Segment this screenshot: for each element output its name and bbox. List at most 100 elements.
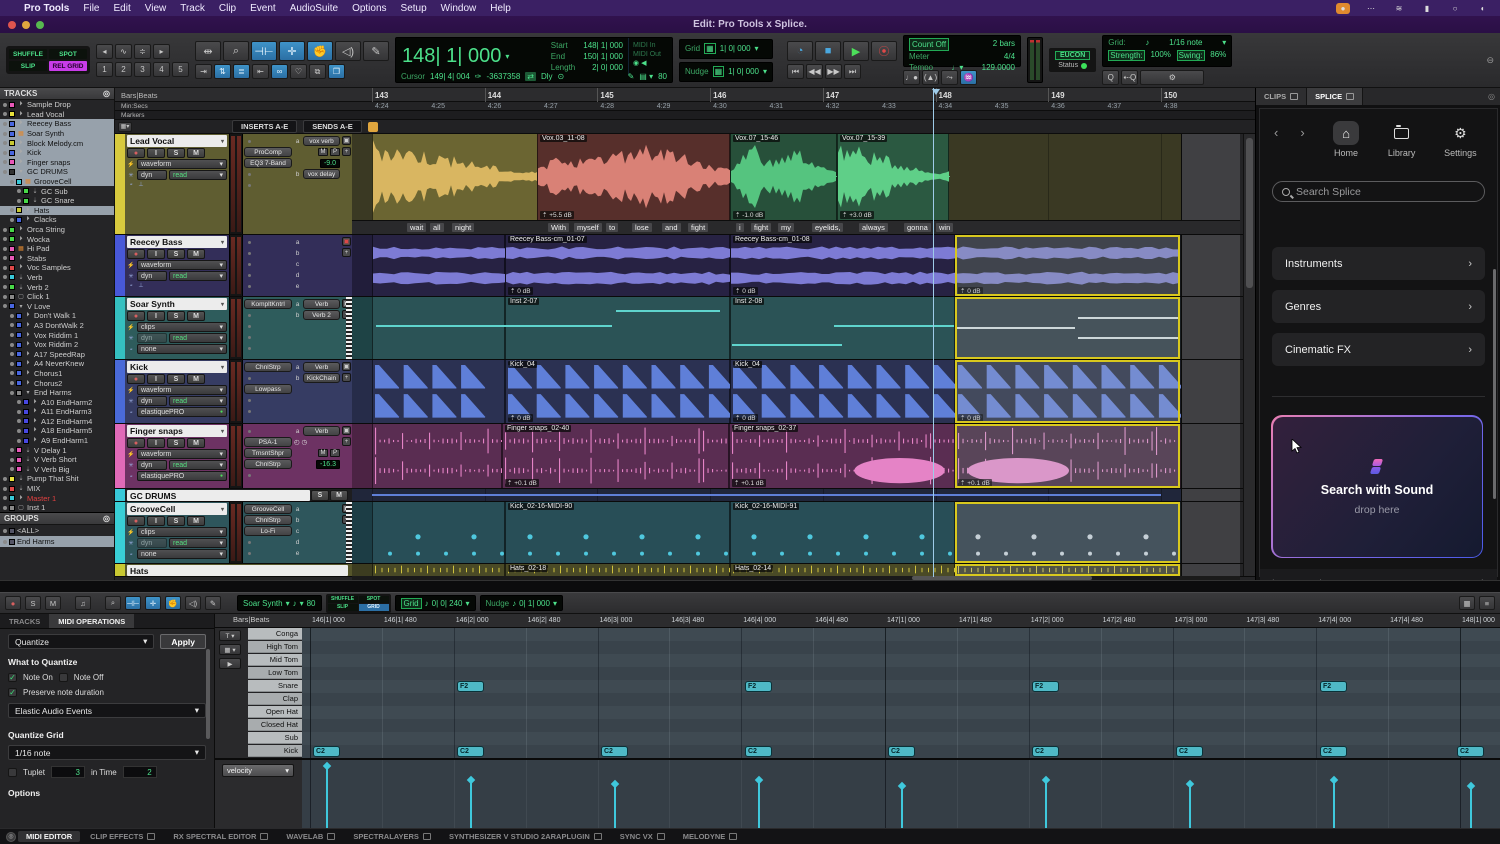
velocity-stem[interactable] <box>614 784 616 828</box>
bottom-tab-midi-editor[interactable]: MIDI EDITOR <box>18 831 80 842</box>
track-active-dot[interactable] <box>10 314 14 318</box>
clip-gain-badge[interactable]: ⇡ 0 dB <box>508 287 533 295</box>
track-active-dot[interactable] <box>17 400 21 404</box>
midi-panel-menu-icon[interactable]: ≡ <box>1479 596 1495 610</box>
track-list-item[interactable]: ▦Hi Pad <box>0 244 114 254</box>
empty-insert-slot[interactable] <box>248 347 251 350</box>
splice-category-instruments[interactable]: Instruments› <box>1272 247 1485 280</box>
automation-mode-selector[interactable]: read▾ <box>169 271 227 281</box>
track-color-swatch[interactable] <box>9 505 15 511</box>
track-active-dot[interactable] <box>10 448 14 452</box>
minimize-window-button[interactable] <box>22 21 30 29</box>
tab-tracks[interactable]: TRACKS <box>0 614 49 628</box>
track-color-swatch[interactable] <box>16 322 22 328</box>
track-header[interactable]: GC DRUMSSM <box>115 489 352 501</box>
lyric-word[interactable]: all <box>430 223 444 232</box>
splice-nav-settings[interactable]: ⚙Settings <box>1444 121 1477 158</box>
lyric-word[interactable]: eyelids, <box>812 223 843 232</box>
track-name-menu-icon[interactable]: ▾ <box>221 428 224 435</box>
quantize-grid-select[interactable]: 1/16 note▾ <box>8 745 206 760</box>
clip-gain-badge[interactable]: ⇡ +0.1 dB <box>732 479 766 487</box>
timeline-insertion-icon[interactable]: ⊙ <box>558 72 565 81</box>
tuplet-checkbox[interactable] <box>8 768 17 777</box>
track-list-item[interactable]: ⏵Wocka <box>0 234 114 244</box>
ruler-label-markers[interactable]: Markers <box>121 112 144 119</box>
track-view-icon[interactable]: ▤ ▾ <box>639 72 653 81</box>
track-active-dot[interactable] <box>3 496 7 500</box>
empty-insert-slot[interactable] <box>248 377 251 380</box>
track-color-swatch[interactable] <box>9 294 15 300</box>
track-list-item[interactable]: ⇣Pump That Shit <box>0 474 114 484</box>
gear-icon[interactable]: ⚙ <box>1140 70 1204 85</box>
splice-search-input[interactable]: Search Splice <box>1272 181 1485 202</box>
elastic-audio-icon[interactable]: ✳ <box>127 273 135 280</box>
track-mute-button[interactable]: M <box>187 516 205 526</box>
grabber-tool-icon[interactable]: ✊ <box>307 41 333 61</box>
track-name-menu-icon[interactable]: ▾ <box>221 239 224 246</box>
track-list-item[interactable]: ⇣GC Snare <box>0 196 114 206</box>
track-mute-button[interactable]: M <box>187 148 205 158</box>
timebase-icon[interactable]: ⚡ <box>127 262 135 269</box>
audio-clip[interactable]: Hats_02-18 <box>505 564 730 576</box>
menu-item-pro-tools[interactable]: Pro Tools <box>24 3 69 14</box>
stop-button[interactable]: ■ <box>815 41 841 61</box>
empty-send-slot[interactable]: a <box>294 237 340 247</box>
preserve-duration-checkbox[interactable]: ✓ <box>8 688 17 697</box>
track-list-item[interactable]: ⏵Hats <box>0 206 114 216</box>
track-active-dot[interactable] <box>3 103 7 107</box>
timebase-icon[interactable]: ⚡ <box>127 387 135 394</box>
automation-mode-selector[interactable]: read▾ <box>169 538 227 548</box>
track-active-dot[interactable] <box>3 151 7 155</box>
midi-note-kick[interactable]: C2 <box>1320 746 1347 757</box>
track-solo-button[interactable]: S <box>167 249 185 259</box>
drum-lane-label-snare[interactable]: Snare <box>248 680 302 692</box>
track-active-dot[interactable] <box>17 199 21 203</box>
empty-insert-slot[interactable] <box>248 336 251 339</box>
insertion-follows-icon[interactable]: ⇄ <box>525 72 536 81</box>
splice-category-cinematic-fx[interactable]: Cinematic FX› <box>1272 333 1485 366</box>
drum-lane-row[interactable] <box>302 641 1500 654</box>
send-slot[interactable]: aVerb <box>294 426 340 436</box>
track-list-item[interactable]: ⏵Voc Samples <box>0 263 114 273</box>
automation-dyn-selector[interactable]: dyn <box>137 538 167 548</box>
track-options-button[interactable]: ▣ <box>342 426 351 435</box>
drum-lane-row[interactable] <box>302 719 1500 732</box>
elastic-plugin-selector[interactable]: none▾ <box>137 549 227 559</box>
track-color-swatch[interactable] <box>9 236 15 242</box>
audio-clip[interactable]: Finger snaps_02-37⇡ +0.1 dB <box>729 424 955 488</box>
insert-plugin-button[interactable]: ChnlStrp <box>244 459 292 469</box>
track-lane[interactable]: Vox.03_11-08⇡ +5.5 dBVox.07_15-46⇡ -1.0 … <box>352 134 1240 234</box>
drum-note-grid[interactable]: C2C2C2C2C2C2C2C2C2F2F2F2F2 <box>302 628 1500 758</box>
count-off-label[interactable]: Count Off <box>909 38 949 51</box>
track-input-button[interactable]: I <box>147 438 165 448</box>
midi-mode-spot[interactable]: SPOT <box>359 596 389 603</box>
close-window-button[interactable] <box>8 21 16 29</box>
audio-clip[interactable]: Vox.03_11-08⇡ +5.5 dB <box>537 134 730 220</box>
midi-solo-icon[interactable]: S <box>25 596 41 610</box>
track-color-swatch[interactable] <box>9 246 15 252</box>
layered-edit-button[interactable]: ⧉ <box>309 64 326 79</box>
track-solo-button[interactable]: S <box>167 148 185 158</box>
track-color-swatch[interactable] <box>9 150 15 156</box>
notation-icon[interactable]: ♫ <box>75 596 91 610</box>
empty-send-slot[interactable]: b <box>294 248 340 258</box>
velocity-handle[interactable] <box>1186 780 1194 788</box>
velocity-stem[interactable] <box>326 766 328 828</box>
drum-lane-label-conga[interactable]: Conga <box>248 628 302 640</box>
metronome-button[interactable]: ♩● <box>903 70 920 85</box>
midi-note-kick[interactable]: C2 <box>888 746 915 757</box>
track-list-item[interactable]: ⏵Orca String <box>0 225 114 235</box>
velocity-stem[interactable] <box>1333 780 1335 828</box>
track-active-dot[interactable] <box>17 439 21 443</box>
timebase-icon[interactable]: ⚡ <box>127 451 135 458</box>
track-list-item[interactable]: ⏵Chorus2 <box>0 378 114 388</box>
track-list-item[interactable]: ⇣MIX <box>0 484 114 494</box>
audio-clip[interactable] <box>372 360 505 423</box>
tuplet-value-field[interactable]: 3 <box>51 766 85 778</box>
track-input-button[interactable]: I <box>147 148 165 158</box>
track-color-swatch[interactable] <box>16 351 22 357</box>
midi-grid-display[interactable]: Grid♪0| 0| 240▾ <box>395 595 476 611</box>
velocity-stem[interactable] <box>1045 780 1047 828</box>
online-button[interactable]: ◔ <box>787 41 813 61</box>
tab-midi-operations[interactable]: MIDI OPERATIONS <box>49 614 134 628</box>
